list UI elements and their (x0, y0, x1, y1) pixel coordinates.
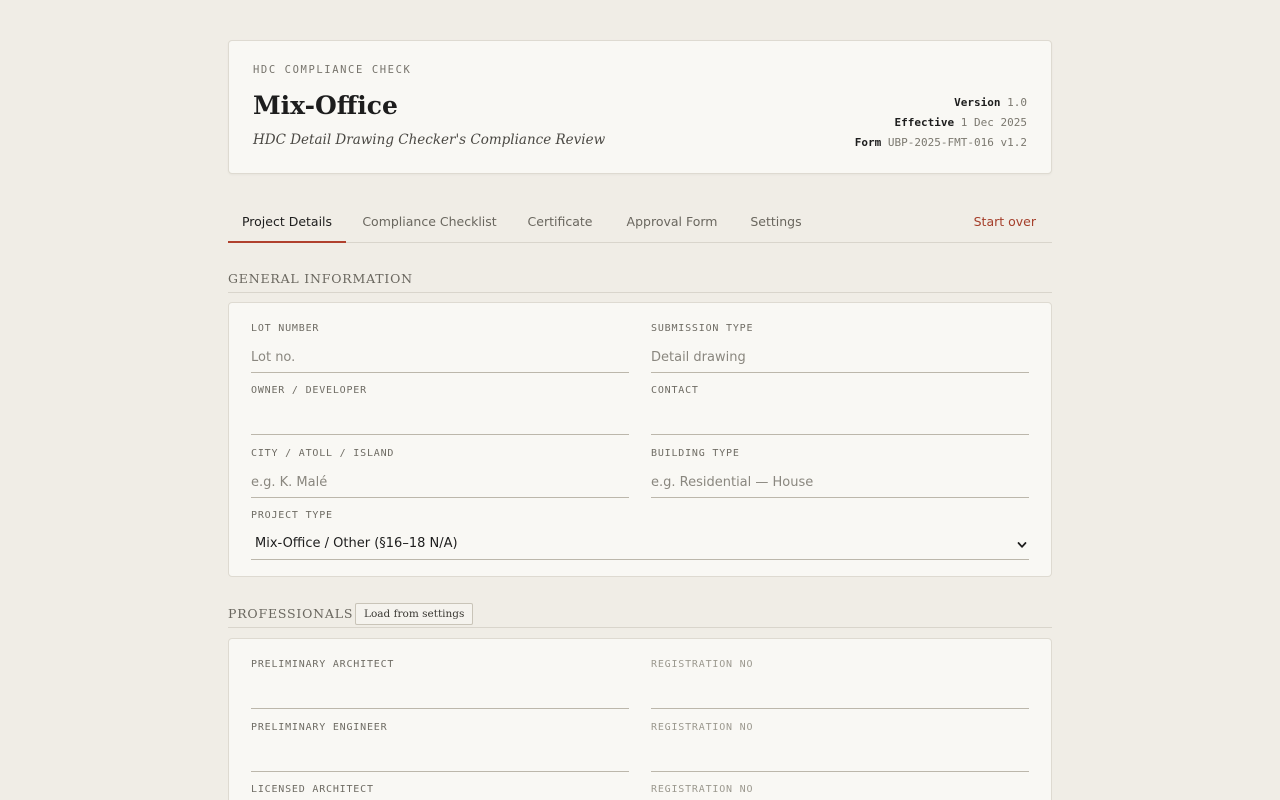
header-kicker: HDC COMPLIANCE CHECK (253, 64, 412, 76)
city-field: CITY / ATOLL / ISLAND (251, 448, 629, 498)
lot-number-input[interactable] (251, 343, 629, 373)
professionals-section-title: PROFESSIONALS (228, 606, 354, 621)
owner-label: OWNER / DEVELOPER (251, 385, 367, 396)
general-section-header: GENERAL INFORMATION (228, 265, 1052, 293)
prelim-engineer-reg-field: REGISTRATION NO (651, 722, 1029, 772)
tab-project-details[interactable]: Project Details (228, 203, 346, 243)
prelim-architect-input[interactable] (251, 679, 629, 709)
lot-number-field: LOT NUMBER (251, 323, 629, 373)
tab-compliance-checklist[interactable]: Compliance Checklist (356, 203, 503, 243)
app-container: HDC COMPLIANCE CHECK Mix-Office HDC Deta… (228, 40, 1052, 800)
project-type-select[interactable]: Mix-Office / Other (§16–18 N/A) (251, 530, 1029, 560)
building-type-label: BUILDING TYPE (651, 448, 740, 459)
tab-settings[interactable]: Settings (742, 203, 810, 243)
professionals-card: PRELIMINARY ARCHITECT REGISTRATION NO PR… (228, 638, 1052, 800)
form-meta: Version 1.0 Effective 1 Dec 2025 Form UB… (855, 93, 1027, 153)
building-type-field: BUILDING TYPE (651, 448, 1029, 498)
prelim-engineer-field: PRELIMINARY ENGINEER (251, 722, 629, 772)
prelim-engineer-reg-label: REGISTRATION NO (651, 722, 754, 733)
city-input[interactable] (251, 468, 629, 498)
submission-type-field: SUBMISSION TYPE (651, 323, 1029, 373)
contact-label: CONTACT (651, 385, 699, 396)
chevron-down-icon (1017, 542, 1027, 548)
owner-field: OWNER / DEVELOPER (251, 385, 629, 435)
meta-version: Version 1.0 (954, 96, 1027, 109)
prelim-engineer-label: PRELIMINARY ENGINEER (251, 722, 388, 733)
header-card: HDC COMPLIANCE CHECK Mix-Office HDC Deta… (228, 40, 1052, 174)
general-section-title: GENERAL INFORMATION (228, 271, 413, 286)
licensed-architect-reg-label: REGISTRATION NO (651, 784, 754, 795)
prelim-architect-reg-field: REGISTRATION NO (651, 659, 1029, 709)
licensed-architect-label: LICENSED ARCHITECT (251, 784, 374, 795)
licensed-architect-field: LICENSED ARCHITECT (251, 784, 629, 800)
prelim-engineer-input[interactable] (251, 742, 629, 772)
lot-number-label: LOT NUMBER (251, 323, 320, 334)
professionals-section-header: PROFESSIONALS Load from settings (228, 600, 1052, 628)
load-from-settings-button[interactable]: Load from settings (355, 603, 474, 625)
prelim-architect-label: PRELIMINARY ARCHITECT (251, 659, 395, 670)
general-info-card: LOT NUMBER SUBMISSION TYPE OWNER / DEVEL… (228, 302, 1052, 577)
contact-field: CONTACT (651, 385, 1029, 435)
city-label: CITY / ATOLL / ISLAND (251, 448, 395, 459)
start-over-link[interactable]: Start over (974, 203, 1036, 243)
submission-type-label: SUBMISSION TYPE (651, 323, 754, 334)
page-subtitle: HDC Detail Drawing Checker's Compliance … (253, 132, 606, 148)
submission-type-input[interactable] (651, 343, 1029, 373)
prelim-architect-reg-input[interactable] (651, 679, 1029, 709)
project-type-value: Mix-Office / Other (§16–18 N/A) (255, 536, 458, 551)
project-type-label: PROJECT TYPE (251, 510, 333, 521)
page-title: Mix-Office (253, 91, 398, 120)
owner-input[interactable] (251, 405, 629, 435)
tab-certificate[interactable]: Certificate (520, 203, 600, 243)
meta-form: Form UBP-2025-FMT-016 v1.2 (854, 136, 1027, 149)
contact-input[interactable] (651, 405, 1029, 435)
prelim-architect-field: PRELIMINARY ARCHITECT (251, 659, 629, 709)
prelim-engineer-reg-input[interactable] (651, 742, 1029, 772)
licensed-architect-reg-field: REGISTRATION NO (651, 784, 1029, 800)
building-type-input[interactable] (651, 468, 1029, 498)
meta-effective: Effective 1 Dec 2025 (894, 116, 1027, 129)
tab-approval-form[interactable]: Approval Form (618, 203, 726, 243)
tab-bar: Project Details Compliance Checklist Cer… (228, 203, 1052, 243)
prelim-architect-reg-label: REGISTRATION NO (651, 659, 754, 670)
project-type-field: PROJECT TYPE Mix-Office / Other (§16–18 … (251, 510, 1029, 560)
